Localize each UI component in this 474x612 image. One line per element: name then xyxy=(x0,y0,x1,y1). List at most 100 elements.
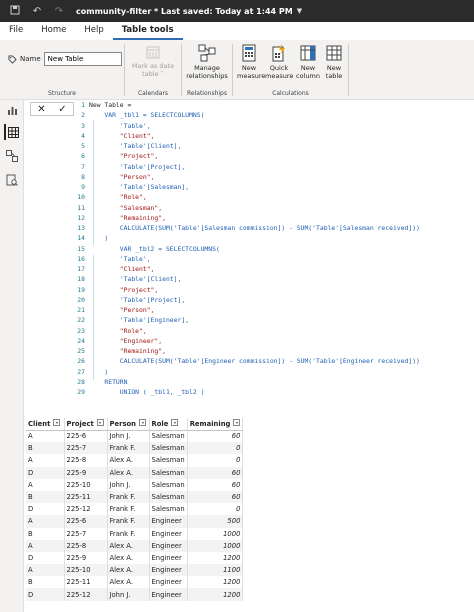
table-cell[interactable]: Salesman xyxy=(149,490,188,504)
table-cell[interactable]: B xyxy=(26,576,65,589)
dax-query-view-button[interactable] xyxy=(4,172,20,188)
menu-home[interactable]: Home xyxy=(32,22,75,40)
table-cell[interactable]: 1200 xyxy=(187,576,244,589)
table-cell[interactable]: Alex A. xyxy=(107,564,150,577)
table-cell[interactable]: 60 xyxy=(187,478,244,491)
filter-dropdown-icon[interactable] xyxy=(96,419,104,427)
new-measure-button[interactable]: New measure xyxy=(237,44,265,80)
table-cell[interactable]: 0 xyxy=(187,454,244,467)
table-cell[interactable]: Engineer xyxy=(149,551,188,565)
table-cell[interactable]: Alex A. xyxy=(107,539,150,552)
cancel-icon[interactable]: ✕ xyxy=(37,104,45,115)
table-cell[interactable]: 225-6 xyxy=(64,515,108,528)
quick-measure-button[interactable]: Quick measure xyxy=(265,44,293,80)
table-cell[interactable]: 1100 xyxy=(187,564,244,577)
table-cell[interactable]: Frank F. xyxy=(107,527,150,540)
table-cell[interactable]: B xyxy=(26,442,65,455)
new-table-button[interactable]: New table xyxy=(323,44,345,80)
table-cell[interactable]: 225-11 xyxy=(64,490,108,504)
table-cell[interactable]: B xyxy=(26,527,65,540)
table-cell[interactable]: Alex A. xyxy=(107,551,150,565)
manage-relationships-button[interactable]: Manage relationships xyxy=(184,44,230,80)
table-cell[interactable]: Frank F. xyxy=(107,503,150,516)
table-cell[interactable]: Salesman xyxy=(149,503,188,516)
table-cell[interactable]: 225-7 xyxy=(64,527,108,540)
table-cell[interactable]: Alex A. xyxy=(107,576,150,589)
mark-as-date-table-button[interactable]: Mark as date table ˅ xyxy=(129,44,177,78)
table-cell[interactable]: 500 xyxy=(187,515,244,528)
table-cell[interactable]: D xyxy=(26,503,65,516)
redo-icon[interactable]: ↷ xyxy=(52,6,66,17)
table-cell[interactable]: Alex A. xyxy=(107,454,150,467)
table-cell[interactable]: 1200 xyxy=(187,551,244,565)
column-header-client[interactable]: Client xyxy=(26,418,65,431)
table-cell[interactable]: 60 xyxy=(187,466,244,479)
table-cell[interactable]: 225-11 xyxy=(64,576,108,589)
column-header-person[interactable]: Person xyxy=(107,418,150,431)
column-header-project[interactable]: Project xyxy=(64,418,108,431)
menu-help[interactable]: Help xyxy=(75,22,112,40)
table-cell[interactable]: John J. xyxy=(107,430,150,443)
table-cell[interactable]: 0 xyxy=(187,503,244,516)
table-cell[interactable]: 225-8 xyxy=(64,454,108,467)
table-cell[interactable]: Salesman xyxy=(149,478,188,491)
new-column-button[interactable]: New column xyxy=(295,44,321,80)
table-cell[interactable]: 225-10 xyxy=(64,564,108,577)
column-header-role[interactable]: Role xyxy=(149,418,188,431)
table-cell[interactable]: Engineer xyxy=(149,527,188,540)
table-cell[interactable]: Salesman xyxy=(149,442,188,455)
data-view-button[interactable] xyxy=(4,124,20,140)
filter-dropdown-icon[interactable] xyxy=(53,419,61,427)
table-cell[interactable]: A xyxy=(26,430,65,443)
table-name-input[interactable] xyxy=(43,52,122,66)
table-cell[interactable]: 225-9 xyxy=(64,551,108,565)
table-cell[interactable]: 225-6 xyxy=(64,430,108,443)
table-cell[interactable]: 225-12 xyxy=(64,503,108,516)
undo-icon[interactable]: ↶ xyxy=(30,6,44,17)
report-view-button[interactable] xyxy=(4,102,20,118)
table-cell[interactable]: 225-8 xyxy=(64,539,108,552)
table-cell[interactable]: D xyxy=(26,551,65,565)
commit-icon[interactable]: ✓ xyxy=(58,104,66,115)
dax-code[interactable]: 1 New Table = 2 VAR _tbl1 = SELECTCOLUMNS(… xyxy=(76,100,474,397)
table-cell[interactable]: 225-9 xyxy=(64,466,108,479)
table-cell[interactable]: Salesman xyxy=(149,430,188,443)
model-view-button[interactable] xyxy=(4,148,20,164)
table-cell[interactable]: 225-7 xyxy=(64,442,108,455)
table-cell[interactable]: A xyxy=(26,454,65,467)
table-cell[interactable]: Salesman xyxy=(149,466,188,479)
table-cell[interactable]: B xyxy=(26,490,65,504)
table-cell[interactable]: 225-12 xyxy=(64,588,108,601)
table-cell[interactable]: 1000 xyxy=(187,539,244,552)
table-cell[interactable]: John J. xyxy=(107,478,150,491)
table-cell[interactable]: Frank F. xyxy=(107,490,150,504)
table-cell[interactable]: A xyxy=(26,478,65,491)
table-cell[interactable]: 60 xyxy=(187,430,244,443)
save-icon[interactable] xyxy=(8,5,22,18)
table-cell[interactable]: Engineer xyxy=(149,539,188,552)
filter-dropdown-icon[interactable] xyxy=(233,419,241,427)
table-cell[interactable]: 1000 xyxy=(187,527,244,540)
menu-file[interactable]: File xyxy=(0,22,32,40)
table-cell[interactable]: Frank F. xyxy=(107,442,150,455)
table-cell[interactable]: Engineer xyxy=(149,515,188,528)
menu-table-tools[interactable]: Table tools xyxy=(112,22,183,40)
table-cell[interactable]: 1200 xyxy=(187,588,244,601)
table-cell[interactable]: 0 xyxy=(187,442,244,455)
chevron-down-icon[interactable]: ▼ xyxy=(297,7,302,15)
table-cell[interactable]: A xyxy=(26,515,65,528)
formula-editor[interactable]: ✕ ✓ 1 New Table = 2 VAR _tbl1 = SELECTCOLU… xyxy=(26,100,474,416)
table-cell[interactable]: Salesman xyxy=(149,454,188,467)
table-cell[interactable]: Engineer xyxy=(149,588,188,601)
column-header-remaining[interactable]: Remaining xyxy=(187,418,244,431)
table-cell[interactable]: D xyxy=(26,466,65,479)
table-cell[interactable]: John J. xyxy=(107,588,150,601)
table-cell[interactable]: 225-10 xyxy=(64,478,108,491)
table-cell[interactable]: A xyxy=(26,564,65,577)
table-cell[interactable]: D xyxy=(26,588,65,601)
table-cell[interactable]: 60 xyxy=(187,490,244,504)
table-cell[interactable]: Alex A. xyxy=(107,466,150,479)
filter-dropdown-icon[interactable] xyxy=(139,419,146,427)
table-cell[interactable]: A xyxy=(26,539,65,552)
table-cell[interactable]: Frank F. xyxy=(107,515,150,528)
